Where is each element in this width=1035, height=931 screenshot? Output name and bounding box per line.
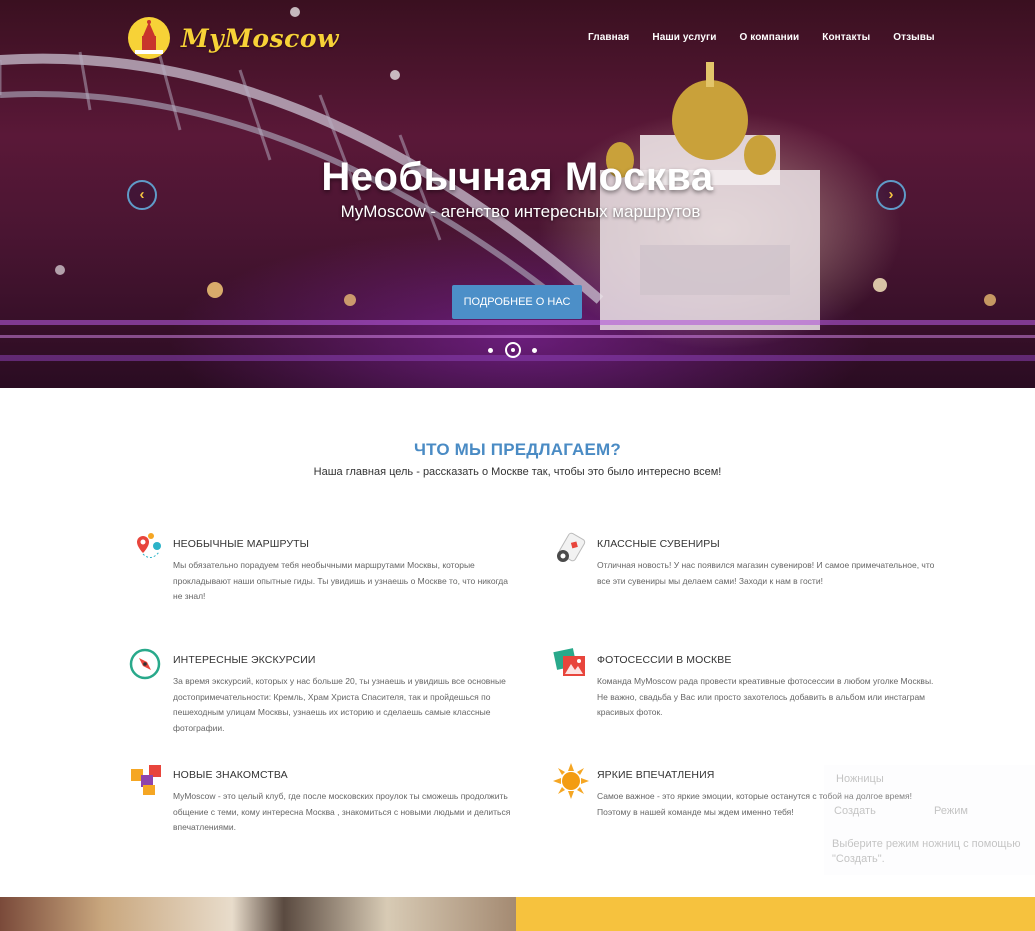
more-about-us-button[interactable]: ПОДРОБНЕЕ О НАС (452, 285, 582, 319)
service-card-photoshoots: ФОТОСЕССИИ В МОСКВЕ Команда MyMoscow рад… (553, 648, 937, 721)
nav-link-contacts[interactable]: Контакты (822, 32, 870, 43)
yellow-panel (516, 897, 1035, 931)
service-title: НЕОБЫЧНЫЕ МАРШРУТЫ (173, 538, 310, 550)
route-pin-icon (137, 533, 161, 558)
hero-subtitle: MyMoscow - агенство интересных маршрутов (340, 202, 701, 221)
service-card-souvenirs: КЛАССНЫЕ СУВЕНИРЫ Отличная новость! У на… (557, 532, 937, 589)
service-description: MyMoscow - это целый клуб, где после мос… (173, 791, 511, 832)
service-card-acquaintances: НОВЫЕ ЗНАКОМСТВА MyMoscow - это целый кл… (131, 765, 513, 836)
puzzle-icon (131, 765, 161, 795)
service-card-excursions: ИНТЕРЕСНЫЕ ЭКСКУРСИИ За время экскурсий,… (129, 648, 513, 736)
top-navigation: MyMoscow Главная Наши услуги О компании … (0, 0, 1035, 75)
nav-link-reviews[interactable]: Отзывы (893, 32, 934, 43)
service-description: Команда MyMoscow рада провести креативны… (597, 676, 934, 717)
team-photo (0, 897, 516, 931)
service-title: КЛАССНЫЕ СУВЕНИРЫ (597, 538, 720, 550)
nav-link-home[interactable]: Главная (588, 32, 629, 43)
snip-hint-text: Выберите режим ножниц с помощью "Создать… (832, 838, 1021, 865)
snip-mode-dropdown[interactable]: Режим (934, 805, 968, 817)
snipping-tool-window: Ножницы Создать Режим Выберите режим нож… (824, 765, 1035, 875)
logo-text: MyMoscow (181, 23, 340, 53)
service-card-routes: НЕОБЫЧНЫЕ МАРШРУТЫ Мы обязательно пораду… (137, 533, 513, 605)
snipping-tool-title: Ножницы (836, 773, 884, 785)
service-description: Мы обязательно порадуем тебя необычными … (173, 560, 508, 601)
nav-link-services[interactable]: Наши услуги (652, 32, 716, 43)
slider-dot-3[interactable] (532, 347, 537, 353)
service-title: ФОТОСЕССИИ В МОСКВЕ (597, 654, 732, 666)
photo-stack-icon (553, 648, 585, 676)
souvenir-card-icon (557, 532, 586, 562)
service-title: НОВЫЕ ЗНАКОМСТВА (173, 769, 288, 781)
sun-icon (553, 763, 589, 799)
services-subheading: Наша главная цель - рассказать о Москве … (313, 466, 722, 478)
hero-slider: MyMoscow Главная Наши услуги О компании … (0, 0, 1035, 388)
kremlin-tower-logo-icon (128, 17, 170, 59)
slider-pagination (488, 342, 537, 358)
nav-link-about[interactable]: О компании (740, 32, 800, 43)
compass-icon (129, 648, 161, 680)
service-description: За время экскурсий, которых у нас больше… (173, 676, 506, 733)
snip-create-button[interactable]: Создать (834, 805, 876, 817)
slider-dot-2-active[interactable] (505, 342, 521, 358)
service-title: ИНТЕРЕСНЫЕ ЭКСКУРСИИ (173, 654, 316, 666)
service-description: Отличная новость! У нас появился магазин… (597, 560, 935, 586)
main-menu: Главная Наши услуги О компании Контакты … (588, 32, 958, 43)
services-heading: ЧТО МЫ ПРЕДЛАГАЕМ? (414, 440, 621, 459)
site-logo[interactable]: MyMoscow (127, 16, 339, 60)
hero-title: Необычная Москва (321, 155, 714, 199)
slider-dot-1[interactable] (488, 347, 493, 353)
